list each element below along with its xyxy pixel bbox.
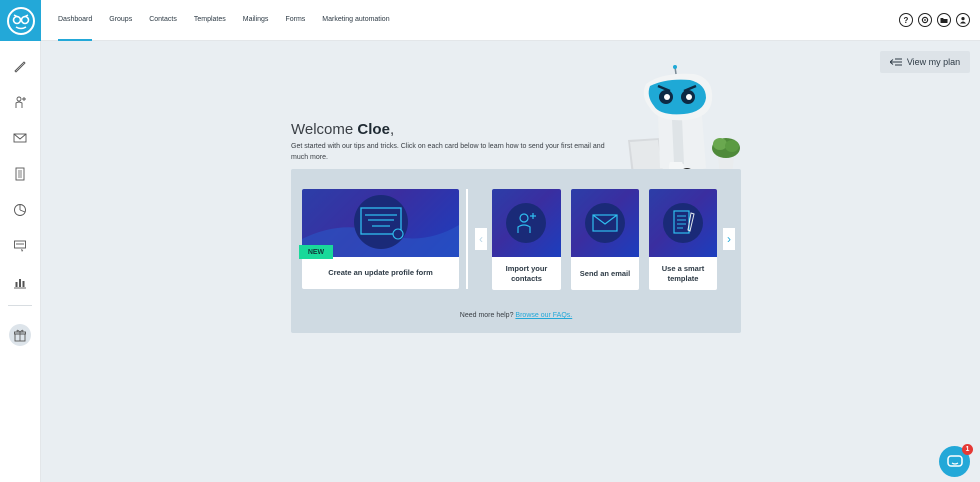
cards-divider [466,189,468,289]
card-illustration [649,189,717,257]
help-label: Need more help? [459,312,516,319]
carousel-prev-button[interactable]: ‹ [475,228,487,250]
add-contact-illustration-icon [506,203,546,243]
card-illustration [571,189,639,257]
settings-icon[interactable] [918,13,932,27]
new-badge: NEW [299,245,333,259]
nav-dashboard[interactable]: Dashboard [58,0,93,41]
welcome-title: Welcome Cloe, [291,121,394,138]
user-icon[interactable] [956,13,970,27]
nav-contacts[interactable]: Contacts [149,0,177,41]
sidebar-divider [8,305,32,306]
add-contact-icon[interactable] [10,92,30,112]
bar-chart-icon[interactable] [10,272,30,292]
pie-chart-icon[interactable] [10,200,30,220]
top-icons: ? [899,13,970,27]
nav-groups[interactable]: Groups [109,0,132,41]
brush-icon[interactable] [10,56,30,76]
logo-owl-icon [6,6,35,35]
chat-notification-badge: 1 [962,444,973,455]
help-icon[interactable]: ? [899,13,913,27]
browse-faqs-link[interactable]: Browse our FAQs. [515,312,572,319]
gift-icon[interactable] [9,324,31,346]
card-label: Create an update profile form [328,268,433,277]
nav-mailings[interactable]: Mailings [243,0,269,41]
chat-bubble-icon [946,454,963,467]
card-label: Send an email [579,268,631,278]
card-send-email[interactable]: Send an email [571,189,639,290]
document-icon[interactable] [10,164,30,184]
card-illustration [492,189,561,257]
sidebar [0,0,41,482]
template-illustration-icon [663,203,703,243]
card-update-profile-form[interactable]: Create an update profile form [302,189,459,289]
welcome-greeting: Welcome [291,121,358,138]
list-arrow-icon [889,58,902,66]
card-import-contacts[interactable]: Import your contacts [492,189,561,290]
view-my-plan-label: View my plan [906,57,961,67]
help-text: Need more help? Browse our FAQs. [291,312,741,319]
card-smart-template[interactable]: Use a smart template [649,189,717,290]
nav-templates[interactable]: Templates [194,0,226,41]
main-nav: Dashboard Groups Contacts Templates Mail… [58,0,407,41]
app-logo[interactable] [0,0,41,41]
nav-forms[interactable]: Forms [285,0,305,41]
welcome-subtitle: Get started with our tips and tricks. Cl… [291,143,605,161]
card-label: Use a smart template [661,263,705,283]
mail-icon[interactable] [10,128,30,148]
envelope-illustration-icon [585,203,625,243]
robot-mascot-illustration [628,65,740,176]
folder-icon[interactable] [937,13,951,27]
welcome-comma: , [389,121,395,138]
nav-marketing-automation[interactable]: Marketing automation [322,0,389,41]
card-label: Import your contacts [505,263,548,283]
top-bar: Dashboard Groups Contacts Templates Mail… [41,0,980,41]
user-name: Cloe [357,121,390,138]
form-icon[interactable] [10,236,30,256]
view-my-plan-button[interactable]: View my plan [880,51,970,73]
carousel-next-button[interactable]: › [723,228,735,250]
